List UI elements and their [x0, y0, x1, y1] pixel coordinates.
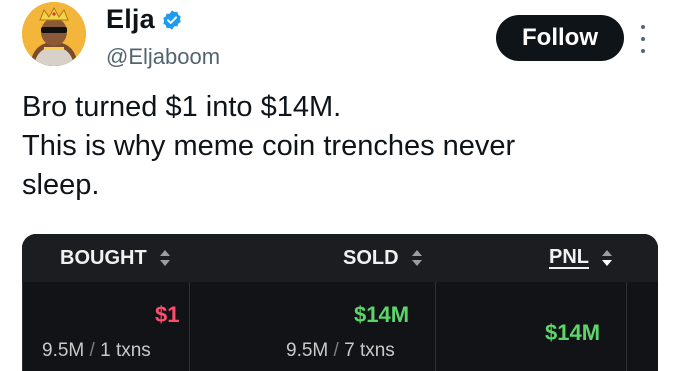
author-handle[interactable]: @Eljaboom [106, 44, 220, 70]
sold-txns: 7 txns [344, 340, 395, 361]
sold-quantity: 9.5M [286, 340, 329, 361]
follow-button[interactable]: Follow [496, 15, 624, 61]
bought-quantity: 9.5M [42, 340, 85, 361]
column-divider [435, 282, 436, 371]
author-name-row: Elja [106, 4, 183, 35]
sort-up-down-icon [159, 250, 170, 266]
tweet-line: sleep. [22, 169, 100, 201]
column-divider [22, 282, 23, 371]
more-vertical-icon[interactable] [636, 25, 650, 53]
pnl-card-image[interactable]: BOUGHT SOLD PNL $1 9.5M / 1 txns $14M 9.… [22, 234, 658, 371]
column-header-label: BOUGHT [60, 246, 147, 269]
bought-amount: $1 [155, 302, 180, 327]
column-header-sold[interactable]: SOLD [343, 244, 423, 272]
column-header-label: PNL [549, 246, 589, 269]
column-header-pnl[interactable]: PNL [549, 244, 613, 272]
bought-txns: 1 txns [100, 340, 151, 361]
column-header-label: SOLD [343, 246, 399, 269]
bought-quantity-txns: 9.5M / 1 txns [42, 340, 151, 362]
column-header-bought[interactable]: BOUGHT [60, 244, 171, 272]
sort-up-down-icon [411, 250, 422, 266]
pnl-amount: $14M [545, 320, 601, 345]
column-divider [189, 282, 190, 371]
author-name[interactable]: Elja [106, 4, 155, 35]
sold-amount: $14M [354, 302, 410, 327]
verified-badge-icon [161, 9, 183, 31]
avatar[interactable] [22, 2, 86, 66]
avatar-king-icon [22, 2, 86, 66]
tweet-line: This is why meme coin trenches never [22, 130, 516, 162]
separator: / [333, 340, 339, 361]
separator: / [89, 340, 95, 361]
column-divider [626, 282, 627, 371]
pnl-table-header: BOUGHT SOLD PNL [22, 234, 658, 282]
tweet-line: Bro turned $1 into $14M. [22, 91, 342, 123]
tweet-text: Bro turned $1 into $14M. This is why mem… [22, 88, 662, 205]
sold-quantity-txns: 9.5M / 7 txns [286, 340, 395, 362]
sort-down-active-icon [602, 250, 612, 266]
